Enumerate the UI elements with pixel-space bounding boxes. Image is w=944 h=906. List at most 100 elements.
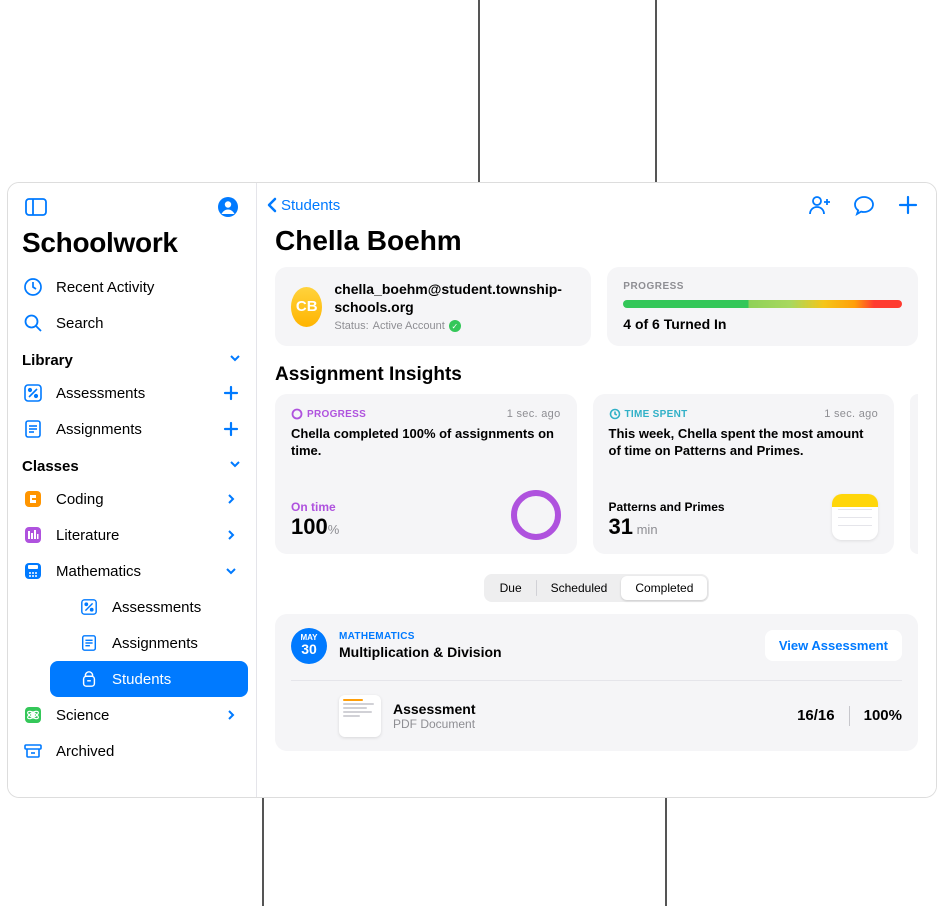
segment-due[interactable]: Due [486,576,536,600]
progress-label: PROGRESS [623,281,902,292]
document-type: PDF Document [393,717,785,731]
back-button[interactable]: Students [265,196,340,214]
sidebar-section-classes[interactable]: Classes [8,447,256,481]
insight-card-progress[interactable]: PROGRESS 1 sec. ago Chella completed 100… [275,394,577,554]
archive-icon [22,740,44,762]
student-status: Status: Active Account ✓ [334,320,575,332]
insight-stat-label: Patterns and Primes [609,500,725,514]
sidebar-item-label: Science [56,707,208,724]
sidebar-item-label: Coding [56,491,208,508]
progress-text: 4 of 6 Turned In [623,316,902,332]
chevron-left-icon [265,196,279,214]
document-icon [22,418,44,440]
sidebar-item-label: Mathematics [56,563,208,580]
sidebar-sub-assignments[interactable]: Assignments [50,625,248,661]
sidebar-item-label: Literature [56,527,208,544]
date-badge: MAY 30 [291,628,327,664]
insight-timestamp: 1 sec. ago [507,408,561,420]
insight-tag: PROGRESS [291,408,366,420]
score-fraction: 16/16 [797,707,835,724]
add-button[interactable] [892,189,924,221]
app-title: Schoolwork [8,223,256,269]
progress-ring-icon [291,408,303,420]
document-name: Assessment [393,701,785,717]
view-assessment-button[interactable]: View Assessment [765,630,902,661]
search-icon [22,312,44,334]
sidebar-section-library[interactable]: Library [8,341,256,375]
sidebar: Schoolwork Recent Activity Search Librar… [8,183,257,797]
sidebar-item-archived[interactable]: Archived [8,733,256,769]
chevron-down-icon [220,564,242,578]
chevron-right-icon [220,709,242,721]
insight-tag: TIME SPENT [609,408,688,420]
insight-card-time-spent[interactable]: TIME SPENT 1 sec. ago This week, Chella … [593,394,895,554]
sidebar-item-assignments[interactable]: Assignments [8,411,256,447]
section-label: Classes [22,458,79,475]
back-label: Students [281,197,340,214]
insight-stat-value: 31 min [609,514,725,540]
insight-stat-value: 100% [291,514,339,540]
percent-icon [22,382,44,404]
student-info-card: CB chella_boehm@student.township-schools… [275,267,591,346]
sidebar-item-label: Assignments [112,635,234,652]
sidebar-item-label: Assessments [112,599,234,616]
sidebar-item-label: Assessments [56,385,208,402]
assignment-subject: MATHEMATICS [339,631,753,642]
sidebar-sub-students[interactable]: Students [50,661,248,697]
check-icon: ✓ [449,320,461,332]
student-email: chella_boehm@student.township-schools.or… [334,281,575,316]
sidebar-item-label: Search [56,315,242,332]
progress-bar [623,300,902,308]
class-literature-icon [22,524,44,546]
app-window: Schoolwork Recent Activity Search Librar… [7,182,937,798]
chevron-down-icon [228,351,242,369]
class-mathematics-icon [22,560,44,582]
sidebar-item-label: Students [112,671,234,688]
insight-stat-label: On time [291,500,339,514]
sidebar-sub-assessments[interactable]: Assessments [50,589,248,625]
sidebar-item-label: Assignments [56,421,208,438]
assignment-title: Multiplication & Division [339,644,753,660]
account-button[interactable] [212,191,244,223]
main-content: Students Chella Boehm CB chella_boehm@st… [257,183,936,797]
chevron-down-icon [228,457,242,475]
sidebar-item-literature[interactable]: Literature [8,517,256,553]
document-thumbnail[interactable] [339,695,381,737]
add-person-button[interactable] [804,189,836,221]
sidebar-toggle-button[interactable] [20,191,52,223]
callout-line [262,798,264,906]
insight-headline: This week, Chella spent the most amount … [609,426,879,460]
insights-title: Assignment Insights [257,346,936,394]
segmented-control: Due Scheduled Completed [484,574,710,602]
sidebar-item-mathematics[interactable]: Mathematics [8,553,256,589]
insight-headline: Chella completed 100% of assignments on … [291,426,561,460]
sidebar-item-label: Recent Activity [56,279,242,296]
sidebar-item-recent-activity[interactable]: Recent Activity [8,269,256,305]
assignment-card: MAY 30 MATHEMATICS Multiplication & Divi… [275,614,918,751]
progress-card: PROGRESS 4 of 6 Turned In [607,267,918,346]
score-percent: 100% [864,707,902,724]
progress-ring-icon [511,490,561,540]
sidebar-item-science[interactable]: Science [8,697,256,733]
document-icon [78,632,100,654]
sidebar-item-search[interactable]: Search [8,305,256,341]
page-title: Chella Boehm [257,221,936,267]
segment-completed[interactable]: Completed [621,576,707,600]
plus-icon[interactable] [220,421,242,437]
section-label: Library [22,352,73,369]
chevron-right-icon [220,529,242,541]
sidebar-item-assessments[interactable]: Assessments [8,375,256,411]
clock-icon [22,276,44,298]
callout-line [665,798,667,906]
sidebar-item-coding[interactable]: Coding [8,481,256,517]
message-button[interactable] [848,189,880,221]
notes-app-icon [832,494,878,540]
backpack-icon [78,668,100,690]
insight-timestamp: 1 sec. ago [824,408,878,420]
insight-card-peek [910,394,918,554]
percent-icon [78,596,100,618]
chevron-right-icon [220,493,242,505]
sidebar-item-label: Archived [56,743,242,760]
plus-icon[interactable] [220,385,242,401]
segment-scheduled[interactable]: Scheduled [537,576,622,600]
